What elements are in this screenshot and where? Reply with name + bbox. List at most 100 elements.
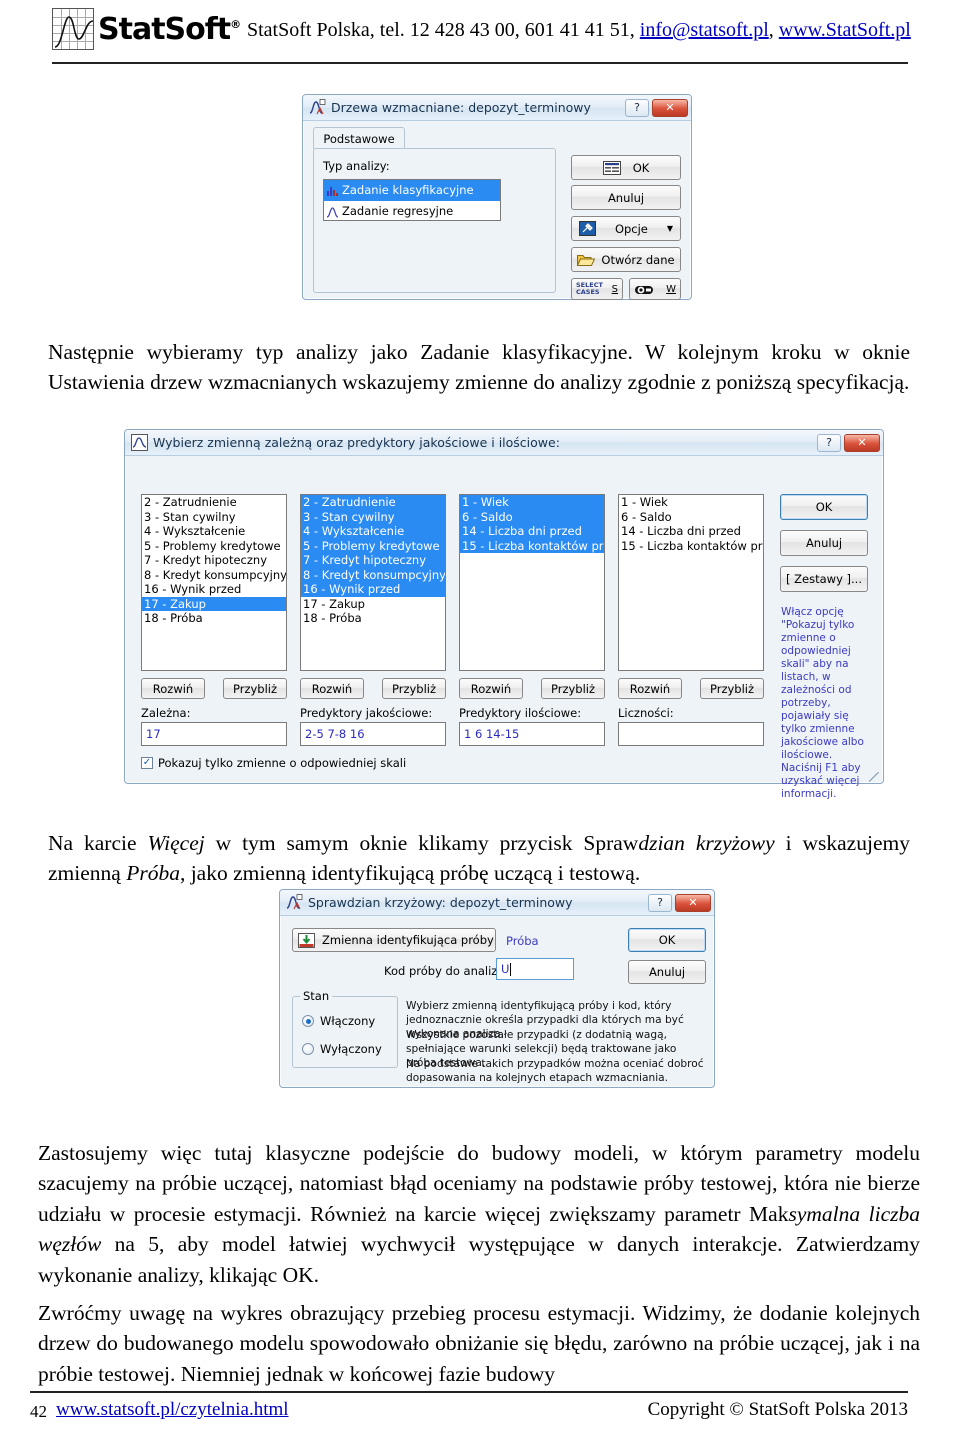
sets-button-label: [ Zestawy ]... (786, 572, 862, 586)
list-item[interactable]: 14 - Liczba dni przed (619, 524, 763, 539)
field-input-categorical[interactable]: 2-5 7-8 16 (300, 722, 446, 746)
header-separator: , (768, 19, 779, 41)
list-item[interactable]: 2 - Zatrudnienie (142, 495, 286, 510)
resize-grip[interactable] (869, 772, 879, 782)
list-item[interactable]: 17 - Zakup (301, 597, 445, 612)
cancel-button[interactable]: Anuluj (628, 960, 706, 984)
help-button[interactable]: ? (817, 433, 841, 452)
list-item[interactable]: 4 - Wykształcenie (142, 524, 286, 539)
sample-variable-value: Próba (506, 934, 539, 948)
footer-link[interactable]: www.statsoft.pl/czytelnia.html (56, 1399, 289, 1421)
list-item[interactable]: 1 - Wiek (460, 495, 604, 510)
analysis-type-list[interactable]: Zadanie klasyfikacyjne Zadanie regresyjn… (323, 179, 501, 221)
list-item[interactable]: 6 - Saldo (619, 510, 763, 525)
close-icon[interactable]: ✕ (675, 893, 711, 912)
sets-button[interactable]: [ Zestawy ]... (780, 566, 868, 592)
variable-list-dependent[interactable]: 2 - Zatrudnienie 3 - Stan cywilny 4 - Wy… (141, 494, 287, 671)
list-item[interactable]: 8 - Kredyt konsumpcyjny (301, 567, 445, 582)
field-value-categorical: 2-5 7-8 16 (305, 727, 365, 741)
variable-picker-icon (298, 932, 315, 948)
page-footer: 42 www.statsoft.pl/czytelnia.html Copyri… (0, 1396, 960, 1428)
analysis-type-label: Typ analizy: (323, 159, 390, 173)
dialog2-titlebar[interactable]: Wybierz zmienną zależną oraz predyktory … (125, 430, 883, 456)
field-input-continuous[interactable]: 1 6 14-15 (459, 722, 605, 746)
close-icon[interactable]: ✕ (844, 433, 880, 452)
list-item[interactable]: 2 - Zatrudnienie (301, 495, 445, 510)
zoom-button-continuous[interactable]: Przybliż (541, 678, 605, 699)
weight-button[interactable]: W (629, 278, 681, 300)
open-data-button[interactable]: Otwórz dane (571, 247, 681, 272)
list-item[interactable]: 5 - Problemy kredytowe (142, 539, 286, 554)
p2-italic-proba: Próba (126, 861, 180, 885)
select-cases-button[interactable]: SELECT CASES S (571, 278, 623, 300)
options-button[interactable]: Opcje ▼ (571, 216, 681, 241)
dialog1-titlebar[interactable]: Drzewa wzmacniane: depozyt_terminowy ? ✕ (303, 95, 691, 121)
dialog-cross-validation: Sprawdzian krzyżowy: depozyt_terminowy ?… (279, 889, 715, 1088)
list-item[interactable]: 16 - Wynik przed (142, 582, 286, 597)
list-item[interactable]: Zadanie klasyfikacyjne (324, 180, 500, 201)
page-header: StatSoft® StatSoft Polska, tel. 12 428 4… (0, 0, 960, 70)
cancel-button[interactable]: Anuluj (571, 185, 681, 210)
zoom-button-dependent[interactable]: Przybliż (223, 678, 287, 699)
dialog3-titlebar[interactable]: Sprawdzian krzyżowy: depozyt_terminowy ?… (280, 890, 714, 916)
list-item[interactable]: 7 - Kredyt hipoteczny (301, 553, 445, 568)
help-button[interactable]: ? (625, 98, 649, 117)
expand-button-counts[interactable]: Rozwiń (618, 678, 682, 699)
list-item[interactable]: 3 - Stan cywilny (301, 509, 445, 524)
close-icon[interactable]: ✕ (652, 98, 688, 117)
list-item[interactable]: 1 - Wiek (619, 495, 763, 510)
list-item[interactable]: 8 - Kredyt konsumpcyjny (142, 568, 286, 583)
expand-button-dependent[interactable]: Rozwiń (141, 678, 205, 699)
list-item[interactable]: 5 - Problemy kredytowe (301, 538, 445, 553)
p2-part2: w tym samym oknie klikamy przycisk Spraw (204, 830, 639, 855)
list-item[interactable]: 18 - Próba (142, 611, 286, 626)
list-item[interactable]: 15 - Liczba kontaktów prze (460, 538, 604, 553)
variable-list-categorical[interactable]: 2 - Zatrudnienie 3 - Stan cywilny 4 - Wy… (300, 494, 446, 671)
cancel-button-label: Anuluj (648, 965, 686, 979)
p2-italic-wiecej: Więcej (147, 830, 205, 855)
app-icon (309, 99, 326, 115)
cancel-button[interactable]: Anuluj (780, 530, 868, 556)
sample-id-variable-button[interactable]: Zmienna identyfikująca próby (292, 928, 496, 952)
header-email-link[interactable]: info@statsoft.pl (640, 19, 769, 41)
list-item[interactable]: 14 - Liczba dni przed (460, 524, 604, 539)
ok-button[interactable]: OK (628, 928, 706, 952)
radio-icon[interactable] (302, 1015, 314, 1027)
variable-list-continuous[interactable]: 1 - Wiek 6 - Saldo 14 - Liczba dni przed… (459, 494, 605, 671)
list-item[interactable]: 17 - Zakup (142, 596, 286, 611)
select-cases-icon: SELECT CASES (576, 281, 603, 296)
dialog2-title: Wybierz zmienną zależną oraz predyktory … (153, 435, 560, 450)
list-item[interactable]: 16 - Wynik przed (301, 582, 445, 597)
list-item[interactable]: 4 - Wykształcenie (301, 524, 445, 539)
variable-list-counts[interactable]: 1 - Wiek 6 - Saldo 14 - Liczba dni przed… (618, 494, 764, 671)
list-item-label: Zadanie regresyjne (342, 204, 454, 219)
options-button-label: Opcje (614, 221, 648, 236)
list-item[interactable]: 15 - Liczba kontaktów prze (619, 539, 763, 554)
zoom-button-categorical[interactable]: Przybliż (382, 678, 446, 699)
list-item[interactable]: 6 - Saldo (460, 509, 604, 524)
field-label-dependent: Zależna: (141, 706, 191, 720)
header-website-link[interactable]: www.StatSoft.pl (779, 19, 911, 41)
field-input-dependent[interactable]: 17 (141, 722, 287, 746)
show-matching-scale-checkbox[interactable]: ✓ Pokazuj tylko zmienne o odpowiedniej s… (141, 756, 406, 770)
expand-button-continuous[interactable]: Rozwiń (459, 678, 523, 699)
code-input[interactable]: U (496, 958, 574, 980)
expand-button-categorical[interactable]: Rozwiń (300, 678, 364, 699)
list-item[interactable]: 7 - Kredyt hipoteczny (142, 553, 286, 568)
ok-button[interactable]: OK (571, 155, 681, 180)
list-item[interactable]: Zadanie regresyjne (324, 201, 500, 220)
list-item[interactable]: 18 - Próba (301, 611, 445, 626)
dialog-boosted-trees: Drzewa wzmacniane: depozyt_terminowy ? ✕… (302, 94, 692, 300)
zoom-button-counts[interactable]: Przybliż (700, 678, 764, 699)
help-button[interactable]: ? (648, 893, 672, 912)
field-input-counts[interactable] (618, 722, 764, 746)
radio-enabled[interactable]: Włączony (302, 1014, 375, 1028)
tab-podstawowe[interactable]: Podstawowe (313, 127, 405, 149)
checkbox-icon[interactable]: ✓ (141, 757, 153, 769)
paragraph-4: Zwróćmy uwagę na wykres obrazujący przeb… (38, 1298, 920, 1390)
ok-button[interactable]: OK (780, 494, 868, 520)
regression-icon (326, 206, 339, 218)
radio-icon[interactable] (302, 1043, 314, 1055)
list-item[interactable]: 3 - Stan cywilny (142, 510, 286, 525)
radio-disabled[interactable]: Wyłączony (302, 1042, 382, 1056)
